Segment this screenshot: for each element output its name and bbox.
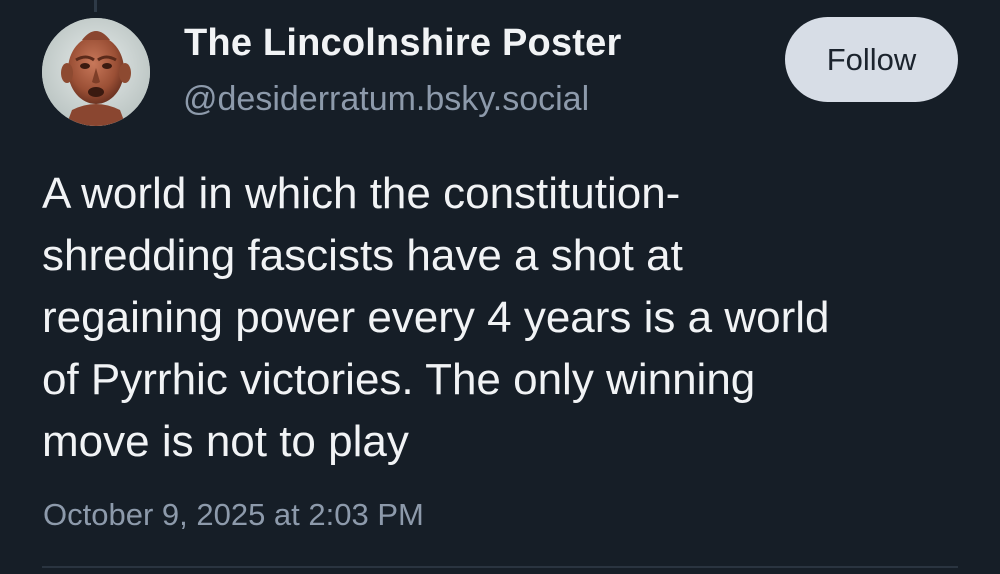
author-handle[interactable]: @desiderratum.bsky.social xyxy=(183,80,589,119)
thread-line xyxy=(94,0,97,12)
post-card: The Lincolnshire Poster @desiderratum.bs… xyxy=(0,0,1000,574)
author-display-name[interactable]: The Lincolnshire Poster xyxy=(184,22,621,65)
post-text: A world in which the constitution- shred… xyxy=(42,169,830,466)
avatar[interactable] xyxy=(42,18,150,126)
follow-button[interactable]: Follow xyxy=(785,17,958,102)
post-timestamp[interactable]: October 9, 2025 at 2:03 PM xyxy=(43,497,424,533)
divider xyxy=(42,566,958,568)
terracotta-figure-avatar-icon xyxy=(42,18,150,126)
